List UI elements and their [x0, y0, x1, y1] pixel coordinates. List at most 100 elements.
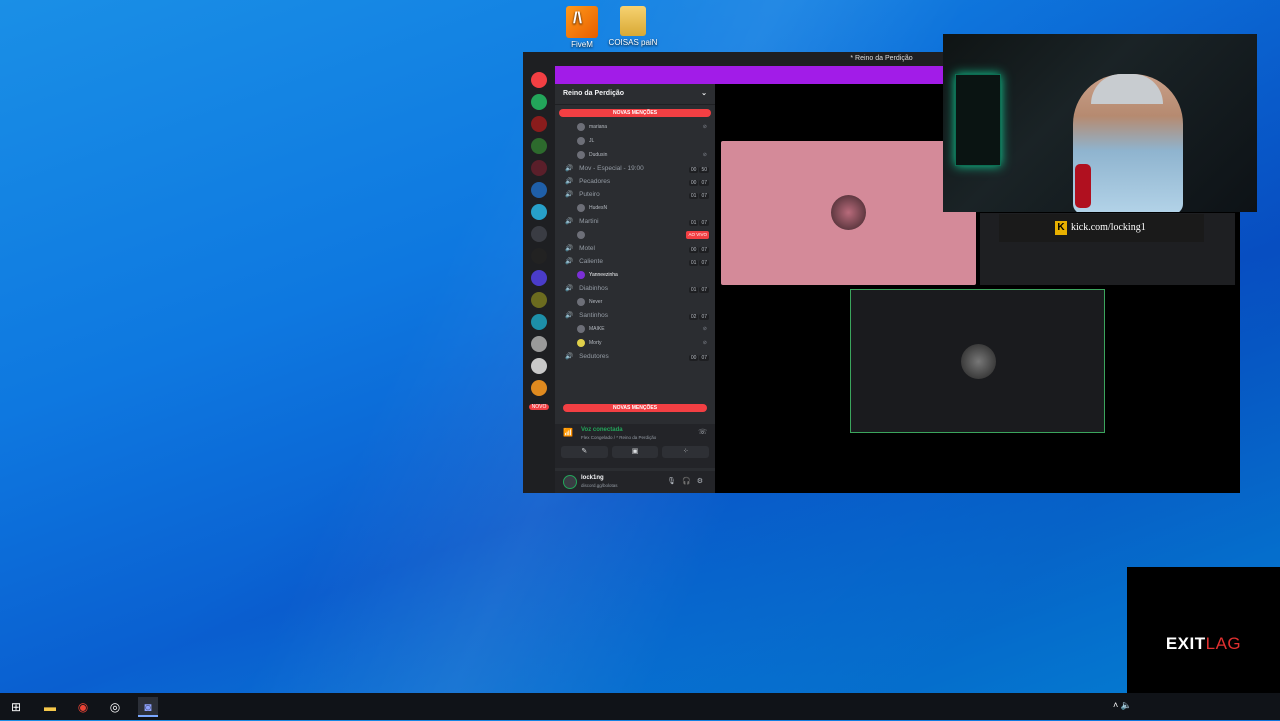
- speaker-icon: 🔊: [565, 285, 574, 292]
- voice-channel[interactable]: 🔊 Mov - Especial - 19:00 00 50: [555, 162, 715, 175]
- avatar: [577, 203, 585, 212]
- folder-icon: [620, 6, 646, 36]
- username: lock1ng: [581, 475, 604, 481]
- participant-tile[interactable]: [721, 141, 976, 285]
- speaker-icon: 🔊: [565, 218, 574, 225]
- voice-channel[interactable]: 🔊 Puteiro 01 07: [555, 188, 715, 201]
- taskbar: ⊞ ▬ ◉ ◎ ◙ ˄ 🔈: [0, 693, 1280, 720]
- new-mentions-bottom[interactable]: NOVAS MENÇÕES: [563, 404, 707, 412]
- voice-channel[interactable]: 🔊 Diabinhos 01 07: [555, 282, 715, 295]
- voice-status: Voz conectada: [581, 427, 623, 433]
- voice-channel[interactable]: 🔊 Caliente 01 07: [555, 255, 715, 268]
- voice-channel[interactable]: 🔊 Pecadores 00 07: [555, 175, 715, 188]
- mute-icon: ⊘: [702, 124, 707, 130]
- disconnect-icon[interactable]: ☏: [698, 428, 707, 436]
- speaker-icon[interactable]: 🔈: [1121, 700, 1132, 710]
- voice-user: HudesN: [555, 201, 715, 215]
- chevron-up-icon[interactable]: ˄: [1113, 700, 1118, 710]
- avatar: [577, 136, 585, 145]
- avatar: [577, 270, 585, 279]
- mute-icon: ⊘: [702, 326, 707, 332]
- server-header[interactable]: Reino da Perdição ⌄: [555, 84, 715, 105]
- voice-user: Dudusin ⊘: [555, 148, 715, 162]
- server-icon[interactable]: [531, 380, 547, 396]
- avatar: [577, 122, 585, 131]
- server-icon[interactable]: [531, 248, 547, 264]
- server-name: Reino da Perdição: [563, 90, 625, 97]
- speaker-icon: 🔊: [565, 258, 574, 265]
- speaker-icon: 🔊: [565, 245, 574, 252]
- discord-taskbar-icon[interactable]: ◙: [138, 697, 158, 717]
- speaker-icon: 🔊: [565, 353, 574, 360]
- voice-channel[interactable]: 🔊 Martini 01 07: [555, 215, 715, 228]
- kick-logo-icon: K: [1055, 221, 1067, 235]
- speaker-icon: 🔊: [565, 191, 574, 198]
- headphones-icon[interactable]: 🎧: [682, 478, 697, 485]
- system-tray: ˄ 🔈: [1113, 700, 1132, 711]
- new-mentions-top[interactable]: NOVAS MENÇÕES: [559, 109, 711, 117]
- server-icon[interactable]: [531, 72, 547, 88]
- avatar: [577, 150, 585, 159]
- voice-connected-panel: 📶 Voz conectada Flex Congelado / * Reino…: [555, 424, 715, 468]
- speaker-icon: 🔊: [565, 312, 574, 319]
- server-icon[interactable]: [531, 226, 547, 242]
- voice-detail[interactable]: Flex Congelado / * Reino da Perdição: [581, 435, 656, 440]
- kick-banner: Kkick.com/locking1: [999, 214, 1204, 242]
- kick-url: kick.com/locking1: [1071, 222, 1146, 233]
- avatar: [577, 338, 585, 347]
- user-controls: 🎙🎧⚙: [667, 477, 709, 485]
- server-list: NOVO: [523, 66, 555, 493]
- pc-case: [955, 74, 1001, 166]
- screen-share-button[interactable]: ▣: [611, 446, 659, 458]
- desktop-icon-label: COISAS paiN: [608, 38, 658, 47]
- server-icon[interactable]: [531, 314, 547, 330]
- participant-tile-speaking[interactable]: [850, 289, 1105, 433]
- server-icon[interactable]: [531, 336, 547, 352]
- mute-icon: ⊘: [702, 152, 707, 158]
- voice-user: JL: [555, 134, 715, 148]
- server-icon[interactable]: [531, 94, 547, 110]
- chevron-down-icon: ⌄: [701, 90, 707, 97]
- speaker-icon: 🔊: [565, 178, 574, 185]
- server-icon[interactable]: [531, 292, 547, 308]
- voice-user: mariana ⊘: [555, 120, 715, 134]
- gear-icon[interactable]: ⚙: [697, 478, 709, 485]
- avatar: [577, 324, 585, 333]
- server-icon[interactable]: [531, 358, 547, 374]
- activities-button[interactable]: ⁘: [662, 446, 710, 458]
- voice-channel[interactable]: 🔊 Motel 00 07: [555, 242, 715, 255]
- channel-counts: 00 07: [688, 355, 709, 361]
- windows-start-icon[interactable]: ⊞: [6, 697, 26, 717]
- server-icon[interactable]: [531, 138, 547, 154]
- server-icon[interactable]: [531, 116, 547, 132]
- user-status: discord.gg/bolotas: [581, 483, 618, 488]
- voice-user-live: AO VIVO: [555, 228, 715, 242]
- server-icon[interactable]: [531, 204, 547, 220]
- avatar: [577, 230, 585, 239]
- speaker-icon: 🔊: [565, 165, 574, 172]
- user-panel: lock1ng discord.gg/bolotas 🎙🎧⚙: [555, 471, 715, 493]
- channel-list: mariana ⊘ JL Dudusin ⊘ 🔊 Mov - Especial - 1…: [555, 120, 715, 405]
- mute-icon: ⊘: [702, 340, 707, 346]
- server-icon[interactable]: [531, 182, 547, 198]
- chrome-icon[interactable]: ◉: [73, 697, 93, 717]
- server-icon[interactable]: [531, 160, 547, 176]
- avatar: [831, 195, 866, 230]
- avatar: [577, 297, 585, 306]
- new-badge: NOVO: [529, 404, 549, 410]
- desktop-icon-folder[interactable]: COISAS paiN: [598, 6, 668, 47]
- live-badge: AO VIVO: [686, 231, 709, 239]
- obs-icon[interactable]: ◎: [105, 697, 125, 717]
- avatar: [961, 344, 996, 379]
- file-explorer-icon[interactable]: ▬: [40, 697, 60, 717]
- voice-channel[interactable]: 🔊 Santinhos 02 07: [555, 309, 715, 322]
- server-icon[interactable]: [531, 270, 547, 286]
- camera-off-button[interactable]: ✎: [561, 446, 608, 458]
- exitlag-logo: EXITLAG: [1127, 567, 1280, 697]
- avatar[interactable]: [563, 475, 577, 489]
- voice-user: Never: [555, 295, 715, 309]
- channel-sidebar: Reino da Perdição ⌄ NOVAS MENÇÕES marian…: [555, 84, 715, 493]
- microphone-icon[interactable]: 🎙: [667, 478, 682, 485]
- voice-channel[interactable]: 🔊 Sedutores 00 07: [555, 350, 715, 363]
- voice-user: MAIKE ⊘: [555, 322, 715, 336]
